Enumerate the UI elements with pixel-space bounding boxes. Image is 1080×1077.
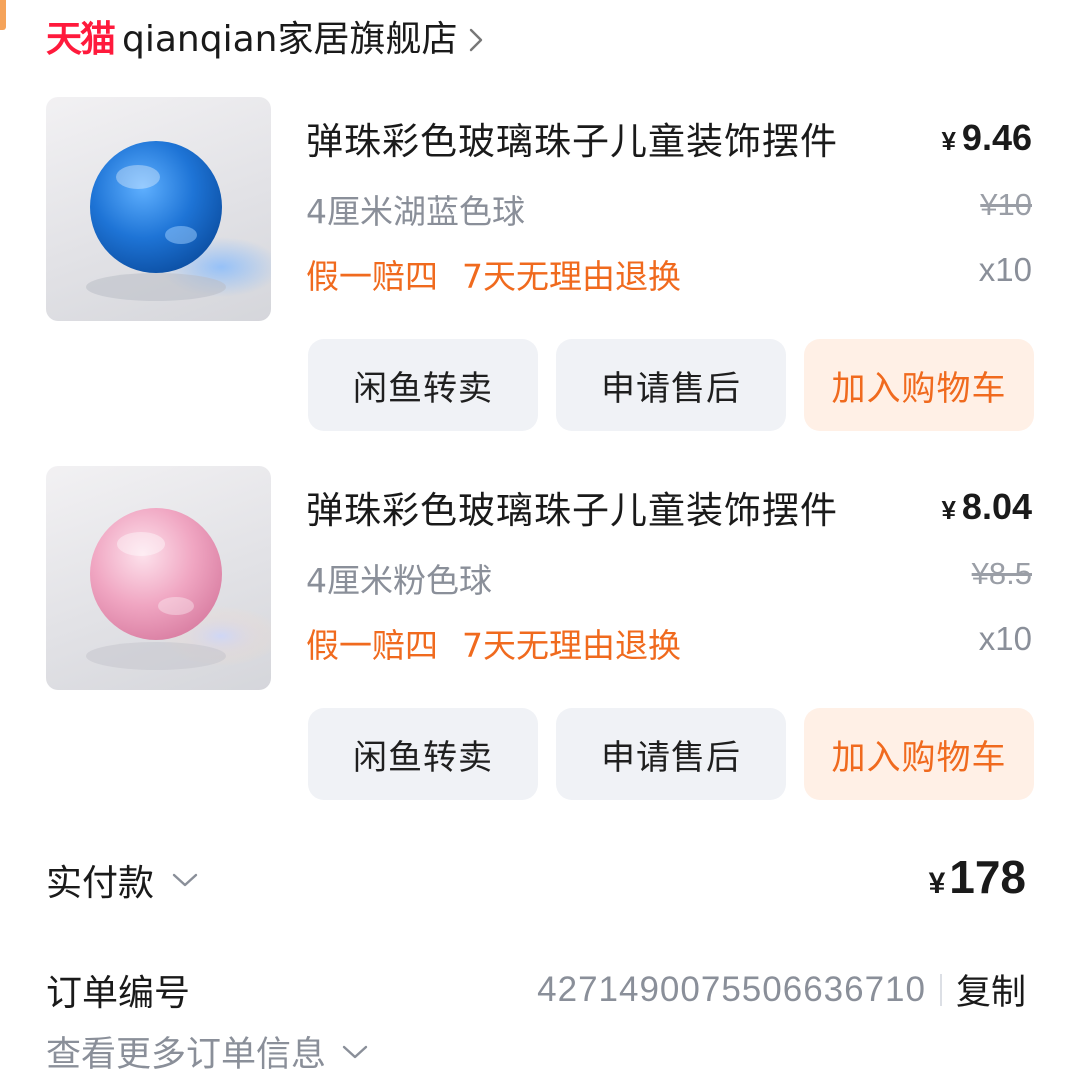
add-to-cart-button[interactable]: 加入购物车 bbox=[804, 339, 1034, 431]
quantity: x10 bbox=[978, 251, 1032, 288]
chevron-down-icon bbox=[172, 872, 198, 888]
more-order-info-label: 查看更多订单信息 bbox=[46, 1035, 327, 1075]
paid-amount: ¥178 bbox=[929, 850, 1026, 904]
after-sales-button[interactable]: 申请售后 bbox=[556, 708, 786, 800]
tmall-logo-text: 天猫 bbox=[46, 19, 116, 60]
order-number-label: 订单编号 bbox=[46, 973, 191, 1014]
currency-symbol: ¥ bbox=[941, 495, 956, 525]
service-tags: 假一赔四 7天无理由退换 bbox=[306, 250, 681, 298]
blue-marble-image bbox=[86, 141, 271, 301]
tag-7day-return: 7天无理由退换 bbox=[462, 257, 681, 296]
paid-amount-toggle[interactable]: 实付款 bbox=[46, 854, 198, 906]
pink-marble-image bbox=[86, 508, 271, 670]
product-thumbnail[interactable] bbox=[46, 97, 271, 321]
tag-fake-compensation: 假一赔四 bbox=[306, 257, 438, 296]
chevron-right-icon bbox=[469, 28, 483, 52]
edge-indicator bbox=[0, 0, 6, 30]
currency-symbol: ¥ bbox=[928, 867, 946, 900]
order-item: 弹珠彩色玻璃珠子儿童装饰摆件 ¥8.04 4厘米粉色球 ¥8.5 假一赔四 7天无… bbox=[0, 466, 1080, 806]
order-number-group: 4271490075506636710 复制 bbox=[537, 964, 1026, 1015]
order-number-value: 4271490075506636710 bbox=[537, 969, 926, 1009]
product-price: ¥9.46 bbox=[941, 117, 1032, 159]
tag-fake-compensation: 假一赔四 bbox=[306, 626, 438, 665]
original-price: ¥8.5 bbox=[971, 556, 1032, 591]
order-item: 弹珠彩色玻璃珠子儿童装饰摆件 ¥9.46 4厘米湖蓝色球 ¥10 假一赔四 7天无… bbox=[0, 97, 1080, 437]
order-number-row: 订单编号 4271490075506636710 复制 bbox=[46, 960, 1026, 1016]
copy-button[interactable]: 复制 bbox=[956, 964, 1026, 1015]
paid-amount-label: 实付款 bbox=[46, 863, 155, 904]
product-price: ¥8.04 bbox=[941, 486, 1032, 528]
store-header[interactable]: 天猫 qianqian家居旗舰店 bbox=[46, 14, 483, 66]
original-price: ¥10 bbox=[980, 187, 1032, 222]
currency-symbol: ¥ bbox=[941, 126, 956, 156]
divider bbox=[939, 973, 942, 1006]
service-tags: 假一赔四 7天无理由退换 bbox=[306, 619, 681, 667]
product-spec: 4厘米粉色球 bbox=[306, 561, 492, 600]
product-title[interactable]: 弹珠彩色玻璃珠子儿童装饰摆件 bbox=[306, 111, 838, 165]
tmall-logo: 天猫 bbox=[46, 19, 116, 60]
resell-xianyu-button[interactable]: 闲鱼转卖 bbox=[308, 339, 538, 431]
paid-amount-value: 178 bbox=[949, 851, 1026, 903]
product-thumbnail[interactable] bbox=[46, 466, 271, 690]
quantity: x10 bbox=[978, 620, 1032, 657]
price-value: 9.46 bbox=[961, 117, 1032, 158]
paid-amount-row: 实付款 ¥178 bbox=[46, 850, 1026, 910]
product-title[interactable]: 弹珠彩色玻璃珠子儿童装饰摆件 bbox=[306, 480, 838, 534]
add-to-cart-button[interactable]: 加入购物车 bbox=[804, 708, 1034, 800]
chevron-down-icon bbox=[342, 1044, 368, 1060]
after-sales-button[interactable]: 申请售后 bbox=[556, 339, 786, 431]
more-order-info-toggle[interactable]: 查看更多订单信息 bbox=[46, 1026, 368, 1077]
product-spec: 4厘米湖蓝色球 bbox=[306, 192, 525, 231]
tag-7day-return: 7天无理由退换 bbox=[462, 626, 681, 665]
resell-xianyu-button[interactable]: 闲鱼转卖 bbox=[308, 708, 538, 800]
price-value: 8.04 bbox=[961, 486, 1032, 527]
store-name: qianqian家居旗舰店 bbox=[122, 19, 458, 60]
